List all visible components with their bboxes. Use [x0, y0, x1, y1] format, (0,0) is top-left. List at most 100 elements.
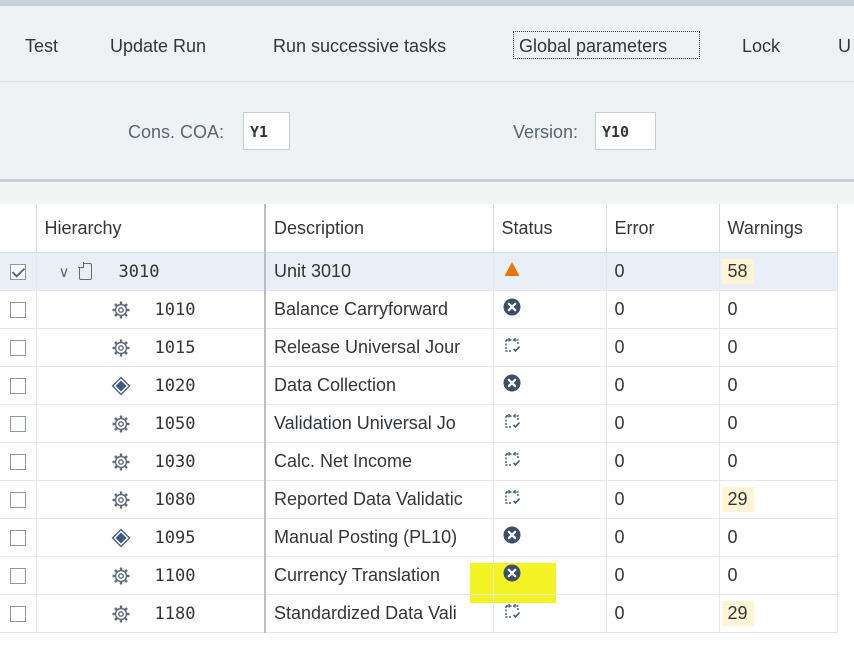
warnings-column-header[interactable]: Warnings: [719, 204, 838, 253]
hierarchy-id: 1095: [154, 527, 196, 548]
table-row[interactable]: 1080 Reported Data Validatic 0 29: [0, 480, 838, 519]
hierarchy-cell: 1050: [36, 404, 266, 443]
lock-button[interactable]: Lock: [742, 36, 780, 57]
select-column-header: [0, 204, 37, 253]
chevron-down-icon[interactable]: ∨: [59, 263, 70, 281]
table-row[interactable]: 1010 Balance Carryforward 0 0: [0, 290, 838, 329]
version-field[interactable]: Y10: [595, 112, 656, 150]
row-select-cell: [0, 252, 37, 291]
table-row[interactable]: 1050 Validation Universal Jo 0 0: [0, 404, 838, 443]
description-column-header[interactable]: Description: [265, 204, 494, 253]
gear-icon: [112, 491, 129, 508]
hierarchy-cell: 1015: [36, 328, 266, 367]
task-gear-icon-wrap: [109, 566, 133, 586]
error-cell: 0: [606, 328, 720, 367]
hierarchy-id: 1010: [154, 299, 196, 320]
row-checkbox[interactable]: [9, 416, 26, 433]
table-row[interactable]: 1100 Currency Translation 0 0: [0, 556, 838, 595]
row-select-cell: [0, 556, 37, 595]
hierarchy-column-header[interactable]: Hierarchy: [36, 204, 266, 253]
status-cell[interactable]: [493, 290, 607, 329]
hierarchy-node[interactable]: 1100: [45, 557, 257, 594]
status-cell[interactable]: [493, 366, 607, 405]
row-checkbox[interactable]: [9, 340, 26, 357]
table-row[interactable]: 1030 Calc. Net Income 0 0: [0, 442, 838, 481]
error-cell: 0: [606, 480, 720, 519]
hierarchy-cell: 1095: [36, 518, 266, 557]
status-cell[interactable]: [493, 556, 607, 595]
status-cell[interactable]: [493, 480, 607, 519]
version-label: Version:: [513, 122, 579, 142]
hierarchy-id: 1050: [154, 413, 196, 434]
row-checkbox[interactable]: [9, 454, 26, 471]
row-select-cell: [0, 594, 37, 633]
status-cell[interactable]: [493, 404, 607, 443]
hierarchy-id: 1015: [154, 337, 196, 358]
error-cell: 0: [606, 442, 720, 481]
description-cell: Currency Translation: [265, 556, 494, 595]
run-successive-tasks-button[interactable]: Run successive tasks: [273, 36, 446, 57]
test-button[interactable]: Test: [25, 36, 58, 57]
description-cell: Validation Universal Jo: [265, 404, 494, 443]
calendar-check-icon: [504, 604, 520, 619]
table-row[interactable]: ∨ 3010 Unit 3010 0 58: [0, 252, 838, 291]
hierarchy-node[interactable]: 1015: [45, 329, 257, 366]
status-icon-wrap: [502, 259, 522, 279]
row-checkbox[interactable]: [9, 378, 26, 395]
row-checkbox[interactable]: [9, 492, 26, 509]
error-cell: 0: [606, 594, 720, 633]
hierarchy-node[interactable]: 1050: [45, 405, 257, 442]
hierarchy-cell: 1180: [36, 594, 266, 633]
warnings-cell: 0: [719, 366, 838, 405]
status-cell[interactable]: [493, 442, 607, 481]
error-circle-icon: [503, 298, 520, 316]
gear-icon: [112, 301, 129, 318]
description-cell: Data Collection: [265, 366, 494, 405]
hierarchy-node[interactable]: 1080: [45, 481, 257, 518]
status-cell[interactable]: [493, 594, 607, 633]
table-row[interactable]: 1180 Standardized Data Vali 0 29: [0, 594, 838, 633]
row-checkbox[interactable]: [9, 568, 26, 585]
calendar-check-icon: [504, 490, 520, 505]
status-column-header[interactable]: Status: [493, 204, 607, 253]
task-diamond-icon-wrap: [109, 376, 133, 396]
table-row[interactable]: 1015 Release Universal Jour 0 0: [0, 328, 838, 367]
table-row[interactable]: 1020 Data Collection 0 0: [0, 366, 838, 405]
row-checkbox[interactable]: [9, 530, 26, 547]
calendar-check-icon: [504, 338, 520, 353]
cons-coa-field[interactable]: Y1: [243, 112, 290, 150]
hierarchy-node[interactable]: 1180: [45, 595, 257, 632]
hierarchy-node[interactable]: 1030: [45, 443, 257, 480]
row-checkbox[interactable]: [9, 302, 26, 319]
hierarchy-id: 1180: [154, 603, 196, 624]
status-cell[interactable]: [493, 518, 607, 557]
warnings-cell: 0: [719, 442, 838, 481]
error-cell: 0: [606, 404, 720, 443]
hierarchy-node[interactable]: ∨ 3010: [45, 253, 257, 290]
task-table: Hierarchy Description Status Error Warni…: [0, 204, 838, 633]
error-cell: 0: [606, 290, 720, 329]
error-column-header[interactable]: Error: [606, 204, 720, 253]
hierarchy-node[interactable]: 1095: [45, 519, 257, 556]
task-gear-icon-wrap: [109, 490, 133, 510]
global-parameters-button[interactable]: Global parameters: [519, 36, 667, 57]
warnings-cell: 0: [719, 290, 838, 329]
warnings-cell: 0: [719, 404, 838, 443]
row-checkbox-checked[interactable]: [9, 264, 26, 281]
row-checkbox[interactable]: [9, 606, 26, 623]
table-row[interactable]: 1095 Manual Posting (PL10) 0 0: [0, 518, 838, 557]
status-cell[interactable]: [493, 252, 607, 291]
description-cell: Release Universal Jour: [265, 328, 494, 367]
hierarchy-node[interactable]: 1010: [45, 291, 257, 328]
warnings-count: 29: [721, 601, 754, 626]
status-icon-wrap: [502, 449, 522, 469]
unlock-button-truncated[interactable]: U: [838, 36, 851, 57]
error-circle-icon: [503, 374, 520, 392]
status-icon-wrap: [502, 525, 522, 545]
status-cell[interactable]: [493, 328, 607, 367]
error-circle-icon: [503, 564, 520, 582]
error-cell: 0: [606, 252, 720, 291]
update-run-button[interactable]: Update Run: [110, 36, 206, 57]
hierarchy-node[interactable]: 1020: [45, 367, 257, 404]
hierarchy-cell: 1100: [36, 556, 266, 595]
